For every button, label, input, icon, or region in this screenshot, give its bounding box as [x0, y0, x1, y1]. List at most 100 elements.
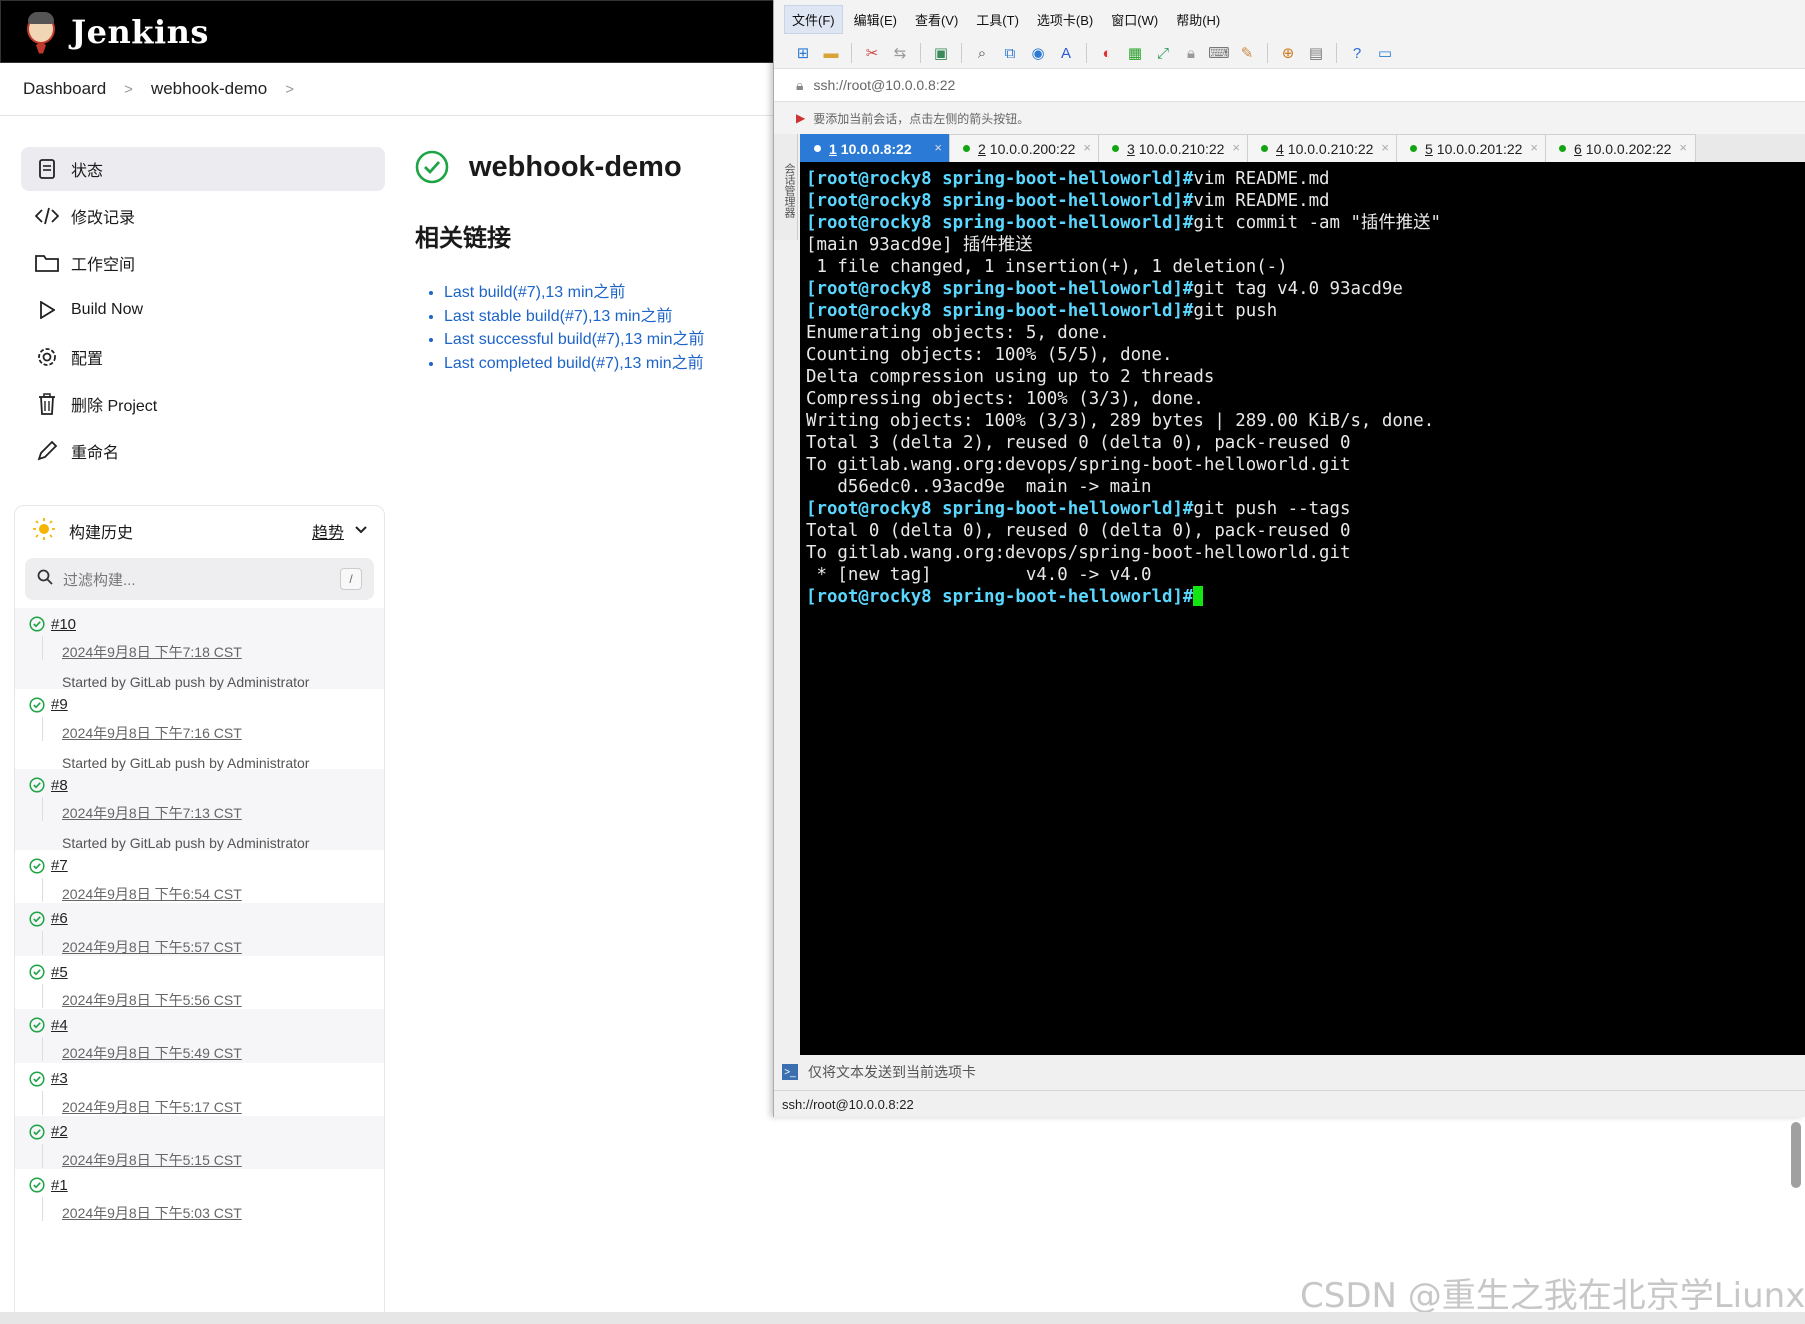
reconnect-icon[interactable]: ⇆: [889, 42, 911, 64]
menu-help[interactable]: 帮助(H): [1169, 6, 1227, 33]
chat-icon[interactable]: ▭: [1374, 42, 1396, 64]
chevron-right-icon[interactable]: >: [285, 81, 294, 98]
build-date-link[interactable]: 2024年9月8日 下午7:18 CST: [42, 636, 372, 662]
close-icon[interactable]: ×: [1530, 140, 1538, 155]
session-manager-toggle[interactable]: 会话管理器: [774, 134, 798, 240]
compose-bar[interactable]: >_ 仅将文本发送到当前选项卡: [774, 1057, 1805, 1087]
address-bar[interactable]: 🔒︎ ssh://root@10.0.0.8:22: [774, 68, 1805, 102]
build-row[interactable]: #4 2024年9月8日 下午5:49 CST: [15, 1009, 384, 1063]
success-check-icon: [29, 964, 45, 980]
build-date-link[interactable]: 2024年9月8日 下午7:13 CST: [42, 797, 372, 823]
build-date-link[interactable]: 2024年9月8日 下午5:17 CST: [42, 1090, 372, 1117]
build-row[interactable]: #6 2024年9月8日 下午5:57 CST: [15, 902, 384, 957]
build-number-link[interactable]: #1: [51, 1177, 68, 1194]
disconnect-icon[interactable]: ✂: [861, 42, 883, 64]
link-last-build[interactable]: Last build(#7),13 min之前: [444, 281, 705, 305]
build-row[interactable]: #8 2024年9月8日 下午7:13 CST Started by GitLab …: [15, 769, 384, 851]
build-date-link[interactable]: 2024年9月8日 下午5:15 CST: [42, 1143, 372, 1170]
highlight-icon[interactable]: ✎: [1236, 42, 1258, 64]
build-date-link[interactable]: 2024年9月8日 下午6:54 CST: [42, 877, 372, 904]
session-tab[interactable]: 2 10.0.0.200:22 ×: [949, 134, 1100, 162]
close-icon[interactable]: ×: [1232, 140, 1240, 155]
build-number-link[interactable]: #6: [51, 910, 68, 927]
close-icon[interactable]: ×: [1381, 140, 1389, 155]
menu-tools[interactable]: 工具(T): [969, 6, 1026, 33]
build-number-link[interactable]: #9: [51, 696, 68, 713]
task-status[interactable]: 状态: [21, 147, 385, 191]
build-date-link[interactable]: 2024年9月8日 下午5:56 CST: [42, 984, 372, 1010]
session-tab[interactable]: 6 10.0.0.202:22 ×: [1545, 134, 1696, 162]
trend-link[interactable]: 趋势: [312, 519, 344, 543]
build-number-link[interactable]: #4: [51, 1017, 68, 1034]
transfer-icon[interactable]: ⧉: [999, 42, 1021, 64]
build-row[interactable]: #2 2024年9月8日 下午5:15 CST: [15, 1115, 384, 1170]
build-number-link[interactable]: #5: [51, 964, 68, 981]
menu-file[interactable]: 文件(F): [784, 4, 843, 34]
chevron-down-icon[interactable]: [354, 522, 368, 540]
app-title[interactable]: Jenkins: [71, 13, 209, 51]
session-tab[interactable]: 3 10.0.0.210:22 ×: [1098, 134, 1249, 162]
build-date-link[interactable]: 2024年9月8日 下午7:16 CST: [42, 716, 372, 743]
build-number-link[interactable]: #2: [51, 1123, 68, 1140]
layout-icon[interactable]: ▤: [1305, 42, 1327, 64]
open-folder-icon[interactable]: ▬: [820, 42, 842, 64]
session-tab[interactable]: 4 10.0.0.210:22 ×: [1247, 134, 1398, 162]
xftp-icon[interactable]: ◐: [1096, 42, 1118, 64]
add-tab-icon[interactable]: ⊕: [1277, 42, 1299, 64]
build-filter-input[interactable]: 过滤构建... /: [25, 558, 374, 600]
close-icon[interactable]: ×: [934, 140, 942, 155]
globe-icon[interactable]: ◉: [1027, 42, 1049, 64]
help-icon[interactable]: ?: [1346, 42, 1368, 64]
build-number-link[interactable]: #10: [51, 616, 76, 633]
keyboard-icon[interactable]: ⌨: [1208, 42, 1230, 64]
close-icon[interactable]: ×: [1679, 140, 1687, 155]
build-row[interactable]: #1 2024年9月8日 下午5:03 CST: [15, 1169, 384, 1222]
build-date-link[interactable]: 2024年9月8日 下午5:49 CST: [42, 1037, 372, 1063]
build-number-link[interactable]: #3: [51, 1070, 68, 1087]
breadcrumb-dashboard[interactable]: Dashboard: [23, 79, 106, 99]
fullscreen-icon[interactable]: ⤢: [1152, 42, 1174, 64]
task-configure[interactable]: 配置: [21, 335, 385, 379]
task-changes[interactable]: 修改记录: [21, 194, 385, 238]
build-date-link[interactable]: 2024年9月8日 下午5:57 CST: [42, 930, 372, 957]
close-icon[interactable]: ×: [1083, 140, 1091, 155]
menu-tabs[interactable]: 选项卡(B): [1030, 6, 1100, 33]
properties-icon[interactable]: ▣: [930, 42, 952, 64]
shell-prompt: [root@rocky8 spring-boot-helloworld]#: [806, 279, 1194, 299]
lock-icon[interactable]: 🔒︎: [1180, 42, 1202, 64]
session-tab[interactable]: 1 10.0.0.8:22 ×: [800, 134, 951, 162]
task-workspace[interactable]: 工作空间: [21, 241, 385, 285]
new-session-icon[interactable]: ⊞: [792, 42, 814, 64]
find-icon[interactable]: ⌕: [971, 42, 993, 64]
font-icon[interactable]: A: [1055, 42, 1077, 64]
jenkins-logo-icon[interactable]: [23, 10, 59, 54]
build-row[interactable]: #10 2024年9月8日 下午7:18 CST Started by GitLab…: [15, 608, 384, 690]
scrollbar-thumb[interactable]: [1791, 1122, 1801, 1188]
trash-icon: [35, 392, 59, 416]
build-history-title: 构建历史: [69, 525, 134, 542]
build-row[interactable]: #3 2024年9月8日 下午5:17 CST: [15, 1063, 384, 1116]
build-date-link[interactable]: 2024年9月8日 下午5:03 CST: [42, 1197, 372, 1223]
xshell-script-icon[interactable]: ▦: [1124, 42, 1146, 64]
session-tab[interactable]: 5 10.0.0.201:22 ×: [1396, 134, 1547, 162]
terminal[interactable]: [root@rocky8 spring-boot-helloworld]#vim…: [800, 162, 1805, 1055]
task-rename[interactable]: 重命名: [21, 429, 385, 473]
menu-view[interactable]: 查看(V): [908, 6, 965, 33]
terminal-text: git push --tags: [1193, 499, 1351, 519]
build-row[interactable]: #5 2024年9月8日 下午5:56 CST: [15, 956, 384, 1009]
tab-number: 3: [1127, 140, 1135, 157]
build-row[interactable]: #9 2024年9月8日 下午7:16 CST Started by GitLab …: [15, 689, 384, 771]
arrow-icon[interactable]: ▶: [796, 111, 805, 125]
build-row[interactable]: #7 2024年9月8日 下午6:54 CST: [15, 850, 384, 903]
build-number-link[interactable]: #7: [51, 857, 68, 874]
terminal-line: To gitlab.wang.org:devops/spring-boot-he…: [806, 454, 1805, 476]
menu-window[interactable]: 窗口(W): [1104, 6, 1165, 33]
task-delete-project[interactable]: 删除 Project: [21, 382, 385, 426]
task-build-now[interactable]: Build Now: [21, 288, 385, 332]
menu-edit[interactable]: 编辑(E): [847, 6, 904, 33]
link-last-successful-build[interactable]: Last successful build(#7),13 min之前: [444, 328, 705, 352]
breadcrumb-webhook-demo[interactable]: webhook-demo: [151, 79, 267, 99]
link-last-stable-build[interactable]: Last stable build(#7),13 min之前: [444, 305, 705, 329]
build-number-link[interactable]: #8: [51, 777, 68, 794]
link-last-completed-build[interactable]: Last completed build(#7),13 min之前: [444, 352, 705, 376]
